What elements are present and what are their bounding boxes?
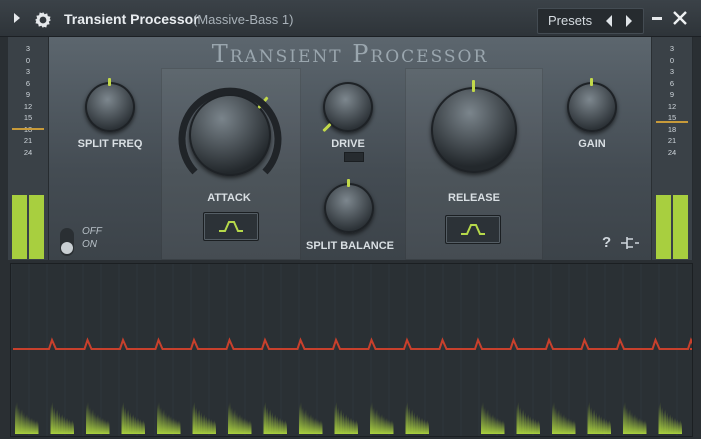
meter-scale-label: 0: [669, 55, 675, 65]
waveform-graph: [11, 264, 692, 436]
transient-burst: [86, 402, 110, 434]
meter-scale-label: 12: [23, 101, 33, 111]
menu-arrow-icon[interactable]: [14, 13, 20, 23]
envelope-shape-icon: [461, 224, 485, 235]
plugin-panel: Transient Processor SPLIT FREQ ATTACK DR…: [49, 37, 651, 260]
transient-burst: [263, 402, 287, 434]
transient-burst: [228, 402, 252, 434]
transient-burst: [658, 402, 682, 434]
meter-scale-label: 15: [23, 113, 33, 122]
attack-shape-button[interactable]: [203, 212, 259, 241]
meter-threshold-marker[interactable]: [656, 121, 688, 123]
meter-scale-label: 3: [25, 44, 31, 53]
meter-scale-label: 3: [25, 67, 31, 76]
meter-threshold-marker[interactable]: [12, 128, 44, 130]
knob-indicator: [590, 78, 593, 86]
transient-burst: [299, 402, 323, 434]
knob-indicator: [322, 122, 332, 133]
meter-scale-label: 0: [25, 55, 31, 65]
toggle-on-label: ON: [82, 239, 97, 250]
transient-burst: [121, 402, 145, 434]
title-bar: Transient Processor (Massive-Bass 1) Pre…: [0, 0, 701, 37]
meter-scale-label: 24: [667, 147, 677, 157]
meter-bar-right: [29, 195, 44, 259]
release-shape-button[interactable]: [445, 215, 501, 244]
transient-burst: [334, 402, 358, 434]
presets-control[interactable]: Presets: [537, 8, 644, 34]
meter-scale-label: 18: [667, 124, 677, 134]
drive-label: DRIVE: [331, 138, 365, 150]
split-balance-knob[interactable]: [324, 179, 374, 233]
toggle-off-label: OFF: [82, 226, 102, 237]
meter-scale-label: 9: [25, 90, 31, 99]
meter-scale-label: 6: [25, 78, 31, 88]
transient-burst: [15, 402, 39, 434]
window-title: Transient Processor: [64, 11, 199, 27]
knob-indicator: [472, 80, 475, 92]
transient-burst: [623, 402, 647, 434]
release-knob[interactable]: [431, 80, 517, 173]
transient-burst: [192, 402, 216, 434]
gain-label: GAIN: [578, 138, 606, 150]
meter-scale-label: 12: [667, 101, 677, 111]
split-balance-label: SPLIT BALANCE: [306, 240, 394, 252]
meter-scale-label: 21: [23, 136, 33, 145]
split-freq-label: SPLIT FREQ: [77, 138, 143, 150]
drive-knob[interactable]: [322, 82, 373, 133]
minimize-icon[interactable]: [652, 17, 662, 20]
close-icon[interactable]: [672, 10, 688, 26]
attack-ring: [178, 87, 282, 175]
routing-icon[interactable]: [620, 235, 640, 251]
meter-scale: 3 0 3 6 9 12 15 18 21 24: [8, 43, 48, 158]
meter-scale-label: 24: [23, 147, 33, 157]
meter-scale-label: 21: [667, 136, 677, 145]
meter-bar-right: [673, 195, 688, 259]
transient-burst: [481, 402, 505, 434]
meter-scale-label: 6: [669, 78, 675, 88]
preset-prev-icon[interactable]: [606, 15, 612, 27]
meter-scale-label: 3: [669, 44, 675, 53]
presets-label[interactable]: Presets: [548, 13, 592, 28]
meter-scale: 3 0 3 6 9 12 15 18 21 24: [652, 43, 692, 158]
gain-knob[interactable]: [567, 78, 617, 132]
output-meter: 3 0 3 6 9 12 15 18 21 24: [652, 37, 693, 260]
release-label: RELEASE: [448, 192, 500, 204]
drive-indicator: [344, 152, 364, 162]
preset-next-icon[interactable]: [626, 15, 632, 27]
transient-burst: [587, 402, 611, 434]
knob-indicator: [108, 78, 111, 86]
meter-scale-label: 3: [669, 67, 675, 76]
meter-bar-left: [656, 195, 671, 259]
window-subtitle: (Massive-Bass 1): [193, 12, 294, 27]
meter-bar-left: [12, 195, 27, 259]
transient-burst: [552, 402, 576, 434]
input-meter: 3 0 3 6 9 12 15 18 21 24: [8, 37, 49, 260]
help-button[interactable]: ?: [602, 234, 611, 251]
gear-icon[interactable]: [33, 10, 53, 30]
transient-burst: [516, 402, 540, 434]
off-on-toggle[interactable]: [60, 228, 74, 256]
plugin-heading: Transient Processor: [211, 40, 489, 68]
attack-label: ATTACK: [207, 192, 251, 204]
transient-burst: [157, 402, 181, 434]
envelope-shape-icon: [219, 221, 243, 232]
knob-indicator: [347, 179, 350, 187]
transient-burst: [370, 402, 394, 434]
meter-scale-label: 9: [669, 90, 675, 99]
transient-display: [10, 263, 693, 437]
split-freq-knob[interactable]: [85, 78, 135, 132]
transient-burst: [50, 402, 74, 434]
toggle-knob: [61, 242, 73, 254]
